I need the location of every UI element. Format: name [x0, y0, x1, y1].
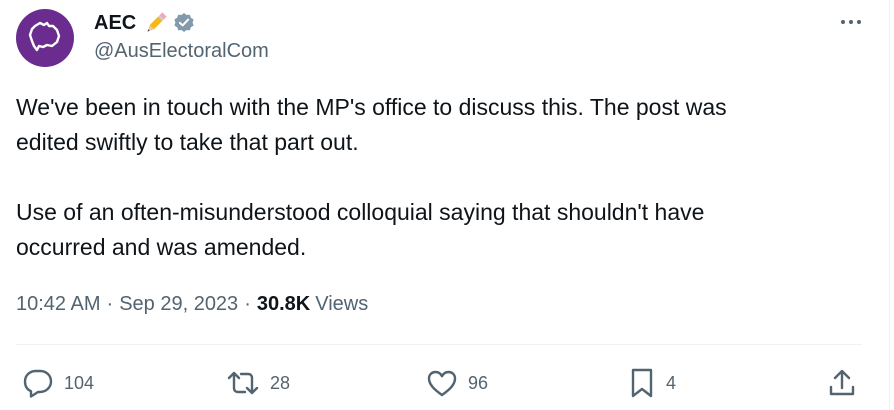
share-icon — [829, 369, 855, 396]
tweet-text: We've been in touch with the MP's office… — [16, 90, 856, 265]
display-name[interactable]: AEC — [94, 12, 136, 35]
tweet-text-line: Use of an often-misunderstood colloquial… — [16, 199, 705, 225]
views-label: Views — [315, 293, 369, 315]
bookmark-icon — [631, 368, 653, 398]
author-handle[interactable]: @AusElectoralCom — [94, 40, 269, 63]
repost-button[interactable]: 28 — [226, 367, 290, 399]
author-name-row[interactable]: AEC — [94, 10, 195, 36]
verified-badge-icon[interactable] — [173, 12, 195, 34]
repost-icon — [227, 371, 259, 395]
like-count: 96 — [468, 372, 489, 393]
reply-count: 104 — [64, 372, 95, 393]
avatar[interactable] — [16, 9, 74, 67]
tweet-date[interactable]: Sep 29, 2023 — [119, 293, 238, 316]
pencil-emoji-icon — [142, 10, 170, 36]
reply-icon — [23, 369, 53, 398]
reply-button[interactable]: 104 — [22, 367, 94, 399]
tweet-time[interactable]: 10:42 AM — [16, 293, 101, 316]
like-button[interactable]: 96 — [426, 367, 488, 399]
meta-separator: · — [244, 293, 251, 315]
heart-icon — [427, 370, 457, 397]
meta-separator: · — [106, 293, 114, 315]
australia-map-speech-bubble-icon — [28, 21, 61, 52]
tweet-text-line: We've been in touch with the MP's office… — [16, 94, 727, 120]
more-options-button[interactable] — [834, 12, 868, 32]
share-button[interactable] — [828, 367, 856, 399]
views-count: 30.8K — [256, 293, 311, 315]
divider — [16, 344, 862, 345]
timeline-border — [889, 0, 890, 410]
repost-count: 28 — [270, 372, 291, 393]
more-dots-icon — [841, 20, 861, 24]
tweet-meta: 10:42 AM · Sep 29, 2023 · 30.8K Views — [16, 293, 368, 316]
bookmark-button[interactable]: 4 — [628, 367, 676, 399]
tweet-text-line: edited swiftly to take that part out. — [16, 129, 359, 155]
tweet-text-line: occurred and was amended. — [16, 234, 307, 260]
bookmark-count: 4 — [666, 372, 677, 393]
